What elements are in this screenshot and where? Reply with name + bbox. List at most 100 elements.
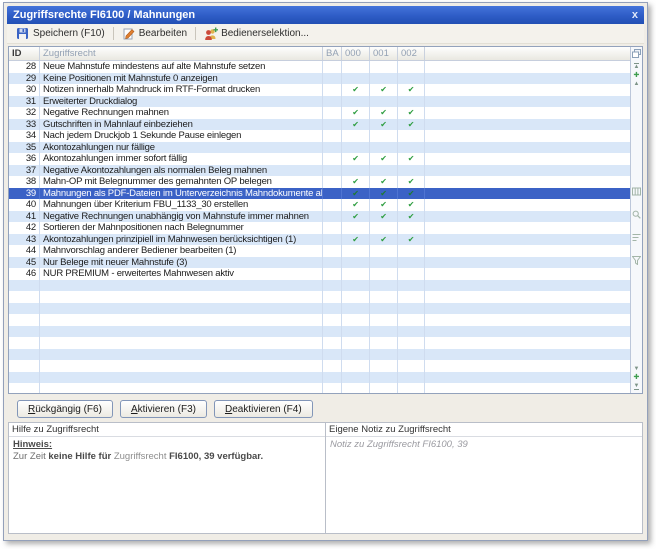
table-row[interactable]: 30 Notizen innerhalb Mahndruck im RTF-Fo… (9, 84, 630, 96)
row-text-cell (40, 372, 323, 384)
window-title: Zugriffsrechte FI6100 / Mahnungen (13, 9, 195, 21)
table-row[interactable]: 35 Akontozahlungen nur fällige (9, 142, 630, 154)
table-columns-icon[interactable] (632, 183, 641, 201)
note-panel: Eigene Notiz zu Zugriffsrecht Notiz zu Z… (326, 422, 643, 534)
row-000-cell (342, 314, 370, 326)
table-row[interactable]: 37 Negative Akontozahlungen als normalen… (9, 165, 630, 177)
row-000-cell (342, 257, 370, 269)
save-button[interactable]: Speichern (F10) (11, 26, 110, 41)
scroll-to-bottom-icon[interactable]: ▼ (634, 383, 640, 390)
toolbar: Speichern (F10) Bearbeiten Bedienerselek… (7, 24, 644, 44)
row-001-cell (370, 291, 398, 303)
title-bar[interactable]: Zugriffsrechte FI6100 / Mahnungen x (7, 6, 644, 24)
column-header-000[interactable]: 000 (342, 47, 370, 60)
column-header-ba[interactable]: BA (323, 47, 342, 60)
row-ba-cell (323, 199, 342, 211)
row-002-cell (398, 314, 425, 326)
undo-button[interactable]: Rückgängig (F6) (17, 400, 113, 418)
row-ba-cell (323, 142, 342, 154)
row-ba-cell (323, 326, 342, 338)
table-row[interactable]: 42 Sortieren der Mahnpositionen nach Bel… (9, 222, 630, 234)
table-row[interactable]: 31 Erweiterter Druckdialog (9, 96, 630, 108)
table-row[interactable] (9, 349, 630, 361)
table-row[interactable]: 33 Gutschriften in Mahnlauf einbeziehen … (9, 119, 630, 131)
table-row[interactable] (9, 383, 630, 393)
table-row[interactable]: 43 Akontozahlungen prinzipiell im Mahnwe… (9, 234, 630, 246)
row-id-cell: 46 (9, 268, 40, 280)
search-icon[interactable] (632, 206, 641, 224)
row-filler-cell (425, 153, 630, 165)
table-row[interactable]: 46 NUR PREMIUM - erweitertes Mahnwesen a… (9, 268, 630, 280)
row-text-cell: NUR PREMIUM - erweitertes Mahnwesen akti… (40, 268, 323, 280)
table-row[interactable]: 39 Mahnungen als PDF-Dateien im Unterver… (9, 188, 630, 200)
table-row[interactable]: 40 Mahnungen über Kriterium FBU_1133_30 … (9, 199, 630, 211)
row-000-cell: ✔ (342, 188, 370, 200)
row-id-cell (9, 326, 40, 338)
row-000-cell: ✔ (342, 234, 370, 246)
table-row[interactable]: 32 Negative Rechnungen mahnen ✔ ✔ ✔ (9, 107, 630, 119)
table-row[interactable]: 34 Nach jedem Druckjob 1 Sekunde Pause e… (9, 130, 630, 142)
row-id-cell: 36 (9, 153, 40, 165)
row-002-cell (398, 303, 425, 315)
row-text-cell: Mahn-OP mit Belegnummer des gemahnten OP… (40, 176, 323, 188)
table-row[interactable]: 41 Negative Rechnungen unabhängig von Ma… (9, 211, 630, 223)
close-icon[interactable]: x (632, 10, 638, 21)
scroll-up-icon[interactable]: ▲ (634, 81, 640, 87)
table-row[interactable]: 38 Mahn-OP mit Belegnummer des gemahnten… (9, 176, 630, 188)
row-002-cell (398, 349, 425, 361)
row-filler-cell (425, 326, 630, 338)
row-000-cell (342, 73, 370, 85)
row-001-cell (370, 245, 398, 257)
column-header-id[interactable]: ID (9, 47, 40, 60)
table-row[interactable]: 45 Nur Belege mit neuer Mahnstufe (3) (9, 257, 630, 269)
row-id-cell: 43 (9, 234, 40, 246)
vertical-scrollbar[interactable]: ▲ ✚ ▲ ▼ ✚ ▼ (630, 47, 642, 393)
scroll-add-top-icon[interactable]: ✚ (634, 72, 640, 79)
column-header-zugriffsrecht[interactable]: Zugriffsrecht (40, 47, 323, 60)
row-filler-cell (425, 314, 630, 326)
column-header-001[interactable]: 001 (370, 47, 398, 60)
column-chooser-icon[interactable] (632, 47, 641, 60)
row-002-cell (398, 73, 425, 85)
table-row[interactable] (9, 360, 630, 372)
sort-icon[interactable] (632, 229, 641, 247)
table-row[interactable]: 44 Mahnvorschlag anderer Bediener bearbe… (9, 245, 630, 257)
row-text-cell: Akontozahlungen prinzipiell im Mahnwesen… (40, 234, 323, 246)
activate-button[interactable]: Aktivieren (F3) (120, 400, 207, 418)
row-filler-cell (425, 96, 630, 108)
user-selection-button[interactable]: Bedienerselektion... (199, 26, 314, 41)
row-001-cell: ✔ (370, 211, 398, 223)
table-row[interactable] (9, 337, 630, 349)
row-text-cell: Nach jedem Druckjob 1 Sekunde Pause einl… (40, 130, 323, 142)
deactivate-button[interactable]: Deaktivieren (F4) (214, 400, 313, 418)
filter-icon[interactable] (632, 252, 641, 270)
scroll-down-icon[interactable]: ▼ (634, 366, 640, 372)
table-row[interactable]: 29 Keine Positionen mit Mahnstufe 0 anze… (9, 73, 630, 85)
row-001-cell (370, 96, 398, 108)
row-002-cell (398, 291, 425, 303)
scroll-add-bottom-icon[interactable]: ✚ (634, 374, 640, 381)
table-row[interactable] (9, 280, 630, 292)
table-row[interactable]: 28 Neue Mahnstufe mindestens auf alte Ma… (9, 61, 630, 73)
scroll-to-top-icon[interactable]: ▲ (634, 63, 640, 70)
table-row[interactable] (9, 314, 630, 326)
table-row[interactable] (9, 326, 630, 338)
table-row[interactable] (9, 303, 630, 315)
note-panel-body[interactable]: Notiz zu Zugriffsrecht FI6100, 39 (326, 437, 642, 533)
row-text-cell (40, 303, 323, 315)
row-001-cell: ✔ (370, 234, 398, 246)
row-002-cell: ✔ (398, 176, 425, 188)
row-id-cell: 33 (9, 119, 40, 131)
table-row[interactable] (9, 372, 630, 384)
row-id-cell: 37 (9, 165, 40, 177)
table-row[interactable] (9, 291, 630, 303)
row-text-cell: Gutschriften in Mahnlauf einbeziehen (40, 119, 323, 131)
edit-button[interactable]: Bearbeiten (117, 26, 192, 41)
help-panel-body: Hinweis: Zur Zeit keine Hilfe für Zugrif… (9, 437, 325, 533)
column-header-002[interactable]: 002 (398, 47, 425, 60)
row-001-cell (370, 372, 398, 384)
table-row[interactable]: 36 Akontozahlungen immer sofort fällig ✔… (9, 153, 630, 165)
row-000-cell (342, 280, 370, 292)
row-filler-cell (425, 245, 630, 257)
row-ba-cell (323, 383, 342, 393)
